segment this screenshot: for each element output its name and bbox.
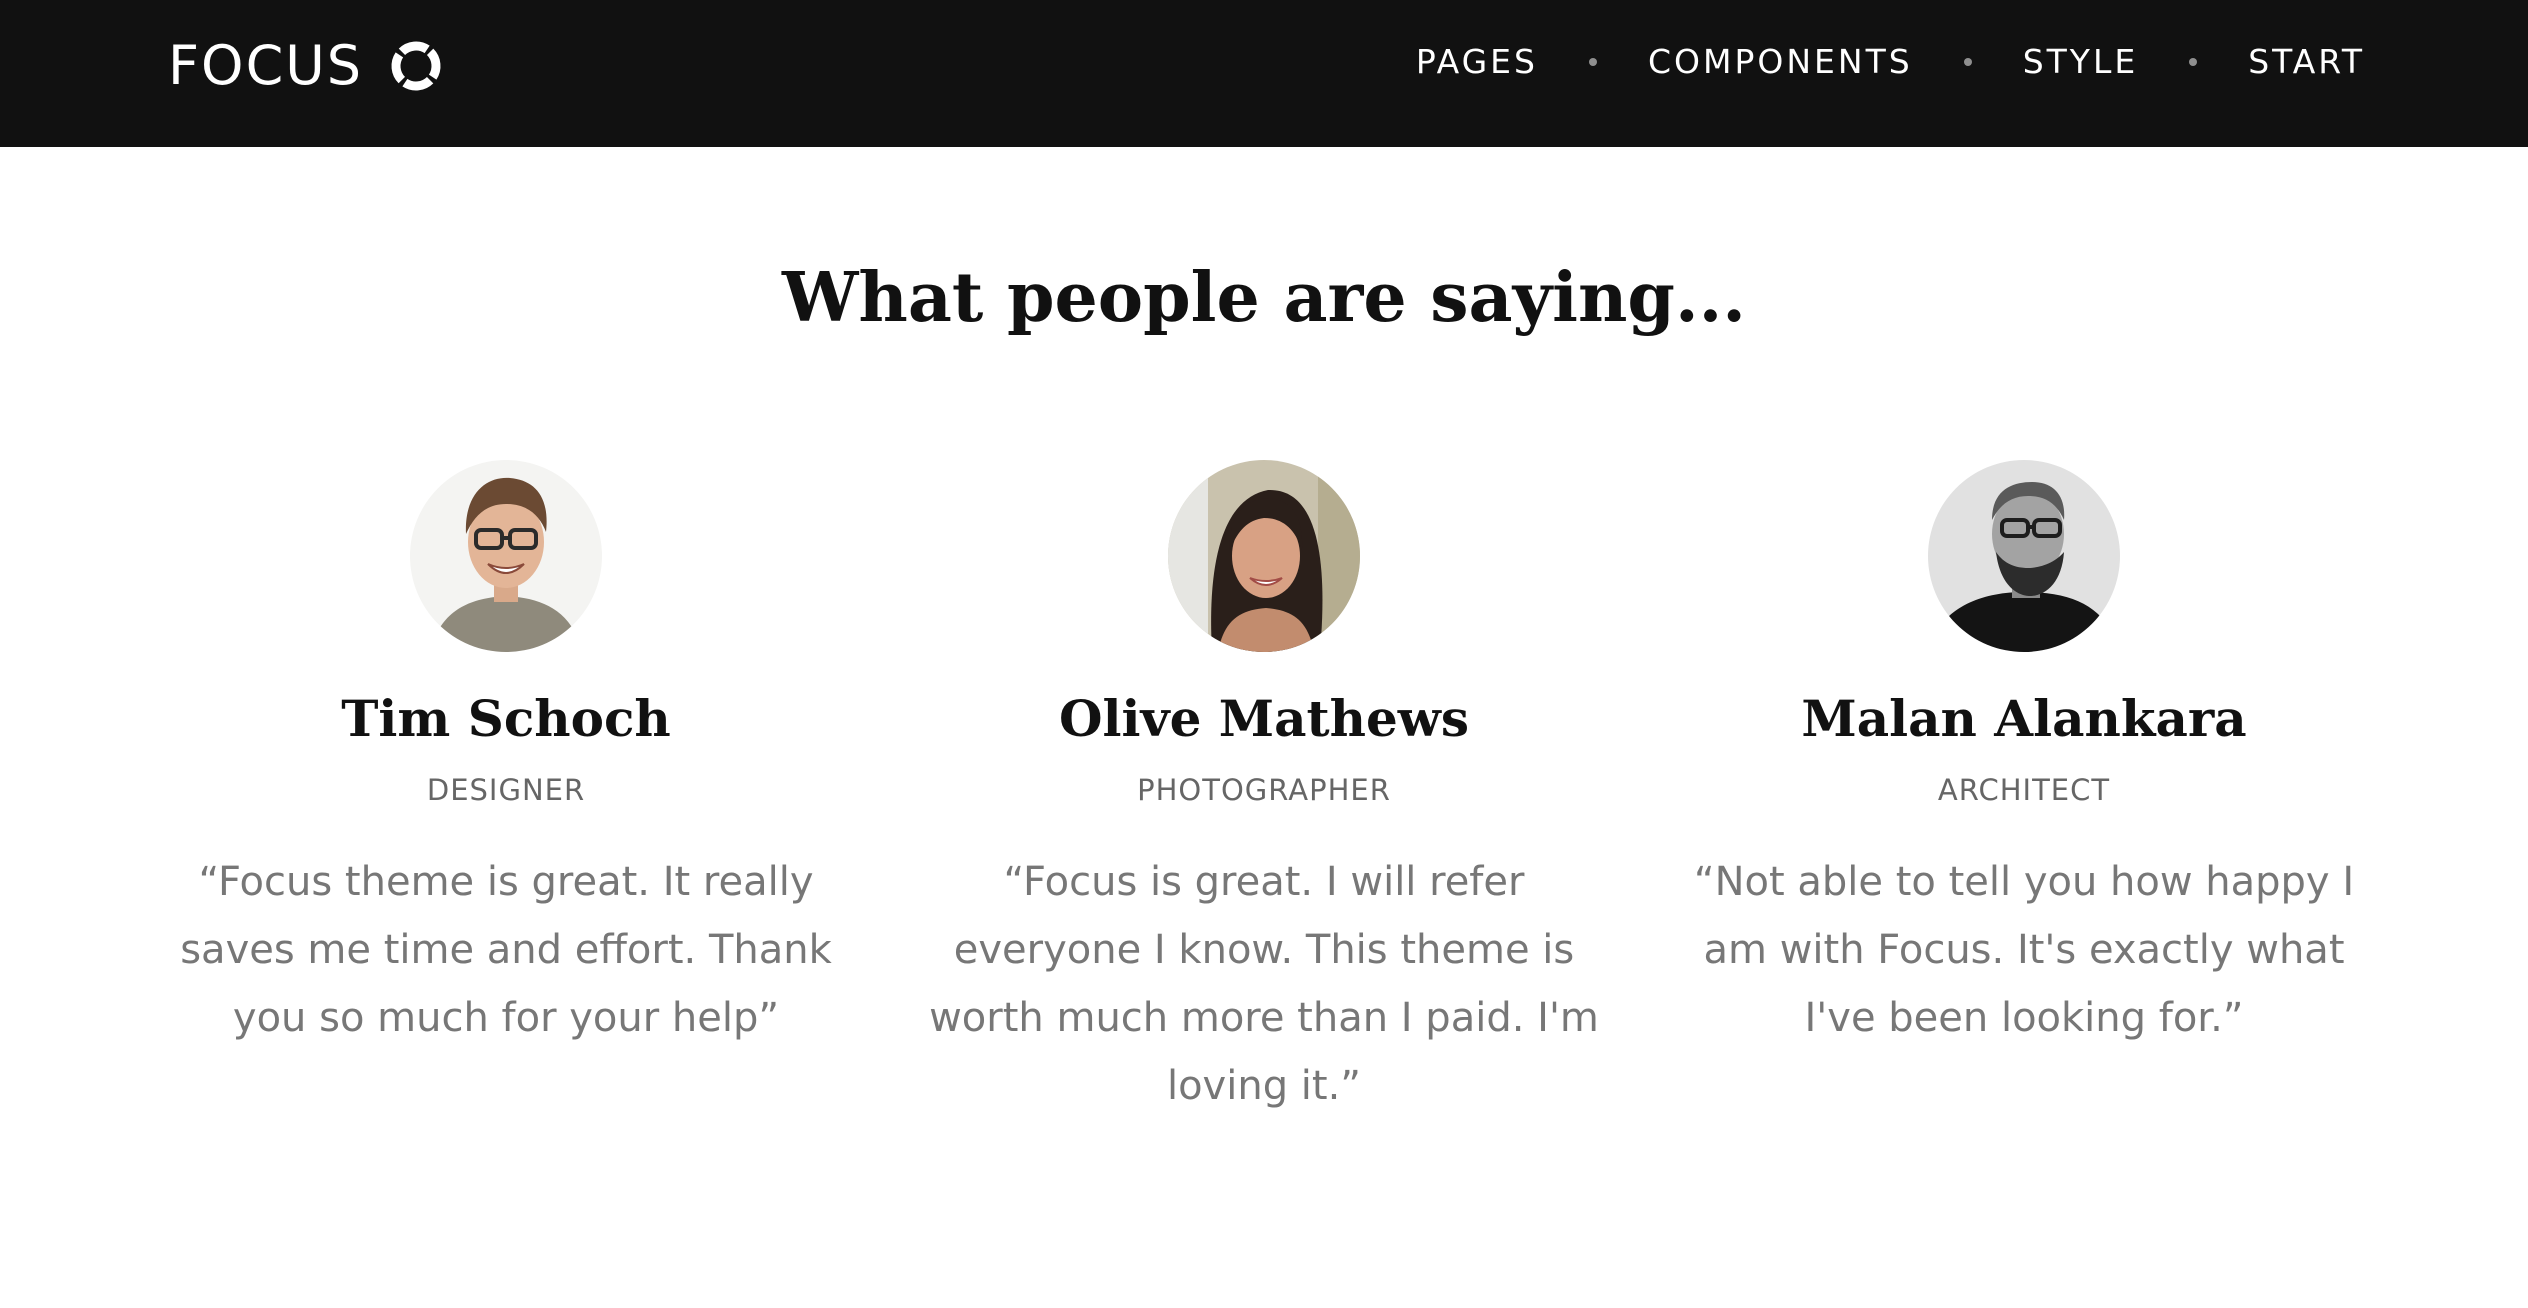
testimonial-card: Olive Mathews PHOTOGRAPHER “Focus is gre…	[904, 460, 1624, 1120]
ring-logo-icon	[391, 41, 441, 91]
avatar	[1928, 460, 2120, 652]
nav-start[interactable]: START	[2248, 36, 2365, 88]
testimonial-card: Malan Alankara ARCHITECT “Not able to te…	[1664, 460, 2384, 1052]
logo-link[interactable]: FOCUS	[168, 36, 443, 96]
testimonial-name: Tim Schoch	[341, 689, 671, 748]
nav-style[interactable]: STYLE	[2023, 36, 2139, 88]
testimonial-name: Malan Alankara	[1801, 689, 2247, 748]
testimonial-quote: “Focus theme is great. It really saves m…	[180, 859, 832, 1041]
testimonial-name: Olive Mathews	[1058, 689, 1469, 748]
testimonial-role: DESIGNER	[426, 773, 586, 807]
nav-components[interactable]: COMPONENTS	[1648, 36, 1913, 88]
dot-separator-icon	[1963, 58, 1972, 66]
testimonial-role: PHOTOGRAPHER	[1137, 773, 1391, 807]
testimonials-heading: What people are saying...	[782, 258, 1746, 338]
nav-pages[interactable]: PAGES	[1416, 36, 1538, 88]
testimonial-card: Tim Schoch DESIGNER “Focus theme is grea…	[146, 460, 866, 1052]
main-nav: PAGES COMPONENTS STYLE START	[1416, 36, 2365, 88]
dot-separator-icon	[2189, 58, 2198, 66]
logo-text: FOCUS	[168, 34, 364, 97]
avatar	[410, 460, 602, 652]
testimonial-role: ARCHITECT	[1937, 773, 2111, 807]
navbar: FOCUS PAGES COMPONENTS STYLE START	[0, 0, 2528, 147]
avatar	[1168, 460, 1360, 652]
testimonial-quote: “Focus is great. I will refer everyone I…	[929, 859, 1599, 1109]
dot-separator-icon	[1588, 58, 1597, 66]
testimonial-quote: “Not able to tell you how happy I am wit…	[1693, 859, 2355, 1041]
